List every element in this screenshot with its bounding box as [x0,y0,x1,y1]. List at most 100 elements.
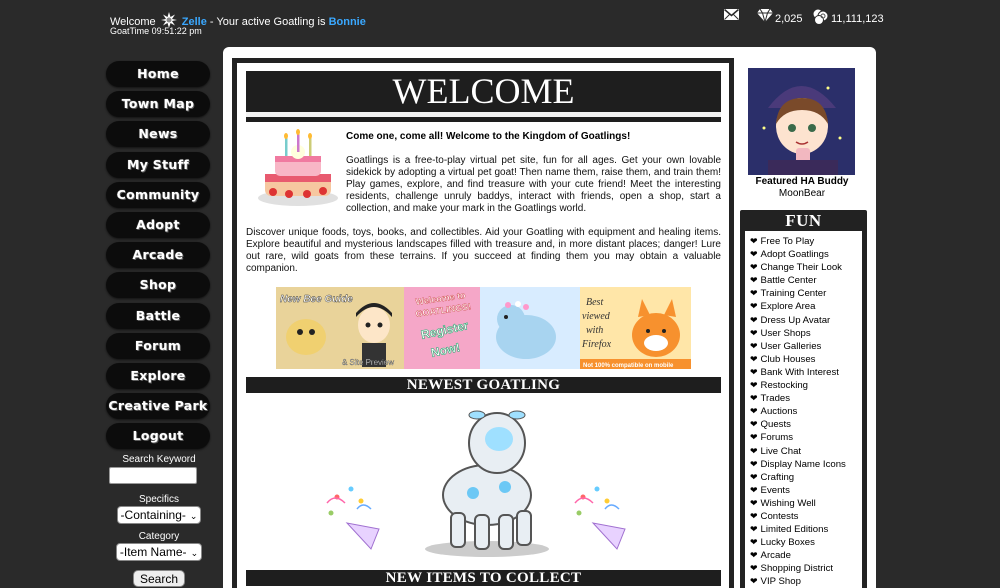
nav-town-map-button[interactable]: Town Map [106,91,210,118]
featured-buddy-avatar[interactable] [748,68,855,175]
new-items-heading: NEW ITEMS TO COLLECT [246,570,721,586]
fun-list-item[interactable]: ❤ Adopt Goatlings [750,248,862,261]
fun-list-item[interactable]: ❤ Display Name Icons [750,458,862,471]
specifics-label: Specifics [138,494,179,505]
search-button[interactable]: Search [132,570,186,587]
fun-list-item[interactable]: ❤ Bank With Interest [750,366,862,379]
nav-creative-park-button[interactable]: Creative Park [106,393,210,420]
best-label: Best [586,297,603,308]
fun-list-item-label: Adopt Goatlings [760,249,829,261]
fun-list-item[interactable]: ❤ Lucky Boxes [750,536,862,549]
newest-goatling-heading: NEWEST GOATLING [246,377,721,393]
nav-home-button[interactable]: Home [106,61,210,87]
heart-icon: ❤ [750,301,758,312]
fun-list-item[interactable]: ❤ Arcade [750,549,862,562]
heart-icon: ❤ [750,419,758,430]
top-bar: Welcome Zelle - Your active Goatling is … [0,0,1000,44]
category-select[interactable]: -Item Name- ⌄ [115,543,203,561]
viewed-label: viewed [582,311,611,322]
heart-icon: ❤ [750,314,758,325]
fun-list-item[interactable]: ❤ Dress Up Avatar [750,314,862,327]
active-goatling-link[interactable]: Bonnie [329,16,366,28]
specifics-value: -Containing- [120,508,186,522]
search-keyword-input[interactable] [109,467,197,484]
category-label: Category [138,531,180,542]
with-label: with [586,325,603,336]
fun-list-item-label: User Shops [760,327,811,339]
content-area: WELCOME Come one, come all! Welcome to t… [232,58,734,588]
fun-list-item-label: Dress Up Avatar [760,314,831,326]
fun-list-item-label: Forums [760,432,794,444]
fun-list-item-label: Events [760,484,790,496]
nav-logout-button[interactable]: Logout [106,423,210,450]
nav-arcade-button[interactable]: Arcade [106,242,210,269]
intro-title: Come one, come all! Welcome to the Kingd… [346,131,631,142]
nav-community-button[interactable]: Community [106,181,210,208]
featured-buddy-title: Featured HA Buddy [755,176,849,187]
heart-icon: ❤ [750,524,758,535]
fun-list-item-label: Live Chat [760,445,802,457]
discover-paragraph: Discover unique foods, toys, books, and … [246,227,721,274]
fun-list-item[interactable]: ❤ Change Their Look [750,261,862,274]
site-preview-label: & Site Preview [342,358,394,367]
heart-icon: ❤ [750,471,758,482]
featured-buddy-name[interactable]: MoonBear [740,188,864,200]
heart-icon: ❤ [750,288,758,299]
fun-list-item[interactable]: ❤ VIP Shop [750,575,862,588]
nav-explore-button[interactable]: Explore [106,362,210,389]
featured-buddy-caption: Featured HA Buddy MoonBear [740,176,864,200]
fun-list-item[interactable]: ❤ Explore Area [750,300,862,313]
fun-list-item[interactable]: ❤ Live Chat [750,445,862,458]
fun-list-item-label: Lucky Boxes [760,537,815,549]
fun-list-item-label: Club Houses [760,353,816,365]
nav-forum-button[interactable]: Forum [106,332,210,359]
firefox-label: Firefox [581,339,612,350]
fun-list-item[interactable]: ❤ Events [750,484,862,497]
goattime-clock: GoatTime 09:51:22 pm [110,26,202,36]
fun-list-item[interactable]: ❤ Crafting [750,471,862,484]
new-bee-guide-banner[interactable]: New Bee Guide & Site Preview [276,287,404,369]
fun-list-item[interactable]: ❤ Contests [750,510,862,523]
heart-icon: ❤ [750,353,758,364]
mail-icon[interactable] [724,8,739,26]
nav-shop-button[interactable]: Shop [106,272,210,299]
mobile-note: Not 100% compatible on mobile [583,363,674,369]
chevron-down-icon: ⌄ [189,511,198,521]
fun-list: ❤ Free To Play ❤ Adopt Goatlings ❤ Change The… [745,231,862,588]
nav-battle-button[interactable]: Battle [106,302,210,329]
heart-icon: ❤ [750,262,758,273]
fun-list-item-label: Auctions [760,406,798,418]
fun-list-item[interactable]: ❤ Club Houses [750,353,862,366]
fun-list-item[interactable]: ❤ User Shops [750,327,862,340]
fun-list-item[interactable]: ❤ Limited Editions [750,523,862,536]
heart-icon: ❤ [750,406,758,417]
fun-list-item[interactable]: ❤ Restocking [750,379,862,392]
nav-my-stuff-button[interactable]: My Stuff [106,151,210,178]
party-popper-right-icon [574,486,626,550]
robot-goatling-image[interactable] [425,410,549,557]
fun-list-item-label: Free To Play [760,236,815,247]
coins-icon [812,8,829,30]
heart-icon: ❤ [750,550,758,561]
fun-list-item[interactable]: ❤ Shopping District [750,562,862,575]
fun-list-item[interactable]: ❤ Wishing Well [750,497,862,510]
fun-list-item-label: Limited Editions [760,524,829,536]
firefox-banner[interactable]: Best viewed with Firefox Not 100% compat… [580,287,691,369]
register-now-banner[interactable]: Welcome to GOATLINGS! Register Now! [404,287,580,369]
fun-list-item[interactable]: ❤ Battle Center [750,274,862,287]
heart-icon: ❤ [750,236,758,246]
fun-list-item[interactable]: ❤ User Galleries [750,340,862,353]
party-popper-left-icon [326,486,380,550]
fun-list-item-label: Display Name Icons [760,458,846,470]
fun-sidebar: FUN ❤ Free To Play ❤ Adopt Goatlings ❤ Change… [740,210,867,588]
fun-list-item[interactable]: ❤ Auctions [750,405,862,418]
nav-adopt-button[interactable]: Adopt [106,211,210,238]
fun-list-item[interactable]: ❤ Forums [750,431,862,444]
fun-list-item[interactable]: ❤ Trades [750,392,862,405]
specifics-select[interactable]: -Containing- ⌄ [116,506,202,524]
fun-list-item-label: Contests [760,510,799,522]
fun-list-item[interactable]: ❤ Quests [750,418,862,431]
fun-list-item[interactable]: ❤ Training Center [750,287,862,300]
fun-list-item[interactable]: ❤ Free To Play [750,235,862,248]
nav-news-button[interactable]: News [106,121,210,148]
